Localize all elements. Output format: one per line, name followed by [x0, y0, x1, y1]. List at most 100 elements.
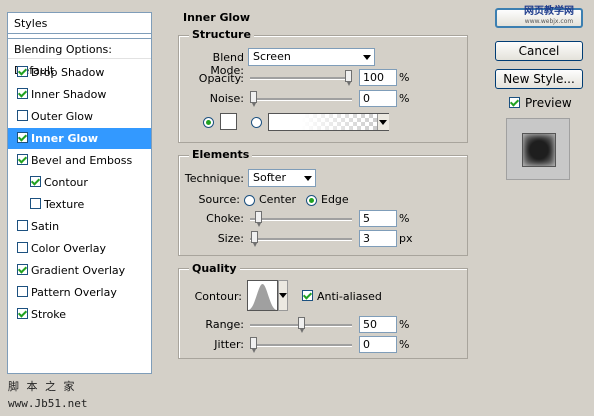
gradient-preview [269, 114, 377, 130]
jitter-slider-thumb[interactable] [250, 337, 257, 353]
style-item-checkbox[interactable] [17, 220, 28, 231]
style-item-label: Drop Shadow [31, 66, 105, 79]
noise-input[interactable]: 0 [359, 90, 397, 107]
style-item-checkbox[interactable] [17, 132, 28, 143]
new-style-button[interactable]: New Style... [495, 69, 583, 89]
style-item-stroke[interactable]: Stroke [8, 304, 151, 325]
style-preview [506, 118, 570, 180]
styles-list-panel: Styles Blending Options: Default Drop Sh… [7, 12, 152, 374]
style-item-checkbox[interactable] [17, 264, 28, 275]
range-slider-thumb[interactable] [297, 317, 305, 333]
range-unit: % [399, 318, 410, 331]
choke-label: Choke: [206, 212, 244, 225]
style-item-checkbox[interactable] [30, 198, 41, 209]
preview-checkbox[interactable] [509, 97, 520, 108]
style-item-texture[interactable]: Texture [8, 194, 151, 215]
chevron-down-icon [279, 293, 287, 298]
style-item-checkbox[interactable] [17, 286, 28, 297]
opacity-slider[interactable] [250, 70, 352, 86]
style-item-label: Inner Shadow [31, 88, 107, 101]
blending-options-item[interactable]: Blending Options: Default [8, 38, 151, 77]
opacity-slider-thumb[interactable] [345, 70, 352, 86]
style-preview-swatch [522, 133, 556, 167]
style-item-checkbox[interactable] [17, 110, 28, 121]
anti-aliased-label[interactable]: Anti-aliased [317, 290, 382, 303]
noise-label: Noise: [209, 92, 244, 105]
chevron-down-icon [363, 55, 371, 60]
preview-label[interactable]: Preview [525, 96, 572, 110]
structure-title: Structure [189, 28, 254, 41]
blend-mode-value: Screen [253, 50, 291, 63]
style-item-inner-glow[interactable]: Inner Glow [8, 128, 151, 149]
jitter-label: Jitter: [214, 338, 244, 351]
style-item-checkbox[interactable] [17, 88, 28, 99]
source-edge-label[interactable]: Edge [321, 193, 349, 206]
size-input[interactable]: 3 [359, 230, 397, 247]
range-slider[interactable] [250, 317, 352, 333]
style-item-contour[interactable]: Contour [8, 172, 151, 193]
style-item-label: Inner Glow [31, 132, 98, 145]
styles-header[interactable]: Styles [8, 13, 151, 34]
jitter-slider[interactable] [250, 337, 352, 353]
contour-curve-icon [248, 284, 277, 310]
style-item-checkbox[interactable] [17, 154, 28, 165]
range-label: Range: [205, 318, 244, 331]
opacity-unit: % [399, 71, 410, 84]
style-item-inner-shadow[interactable]: Inner Shadow [8, 84, 151, 105]
opacity-input[interactable]: 100 [359, 69, 397, 86]
gradient-radio[interactable] [251, 117, 262, 128]
chevron-down-icon [304, 176, 312, 181]
style-item-checkbox[interactable] [17, 242, 28, 253]
solid-color-radio[interactable] [203, 117, 214, 128]
choke-input[interactable]: 5 [359, 210, 397, 227]
style-item-outer-glow[interactable]: Outer Glow [8, 106, 151, 127]
style-item-label: Contour [44, 176, 88, 189]
contour-picker[interactable] [247, 280, 278, 311]
style-item-drop-shadow[interactable]: Drop Shadow [8, 62, 151, 83]
style-item-satin[interactable]: Satin [8, 216, 151, 237]
glow-color-swatch[interactable] [220, 113, 237, 130]
technique-label: Technique: [184, 172, 244, 185]
inner-glow-title: Inner Glow [180, 11, 253, 24]
contour-label: Contour: [194, 290, 242, 303]
style-item-checkbox[interactable] [30, 176, 41, 187]
style-item-label: Texture [44, 198, 85, 211]
size-slider[interactable] [250, 231, 352, 247]
watermark-bottom-url: www.Jb51.net [8, 397, 88, 410]
source-center-radio[interactable] [244, 195, 255, 206]
size-slider-thumb[interactable] [251, 231, 259, 247]
glow-gradient-picker[interactable] [268, 113, 389, 131]
anti-aliased-checkbox[interactable] [302, 290, 313, 301]
size-unit: px [399, 232, 413, 245]
technique-select[interactable]: Softer [248, 169, 316, 187]
style-item-label: Gradient Overlay [31, 264, 126, 277]
cancel-button[interactable]: Cancel [495, 41, 583, 61]
gradient-dropdown-button[interactable] [377, 114, 389, 130]
noise-slider[interactable] [250, 91, 352, 107]
style-item-checkbox[interactable] [17, 66, 28, 77]
source-center-label[interactable]: Center [259, 193, 296, 206]
style-item-pattern-overlay[interactable]: Pattern Overlay [8, 282, 151, 303]
blend-mode-select[interactable]: Screen [248, 48, 375, 66]
style-item-checkbox[interactable] [17, 308, 28, 319]
contour-dropdown-button[interactable] [278, 280, 288, 311]
style-item-label: Bevel and Emboss [31, 154, 133, 167]
source-edge-radio[interactable] [306, 195, 317, 206]
size-label: Size: [217, 232, 244, 245]
choke-slider-thumb[interactable] [254, 211, 262, 227]
noise-slider-thumb[interactable] [250, 91, 257, 107]
technique-value: Softer [253, 171, 286, 184]
range-input[interactable]: 50 [359, 316, 397, 333]
style-item-color-overlay[interactable]: Color Overlay [8, 238, 151, 259]
style-item-label: Pattern Overlay [31, 286, 117, 299]
noise-unit: % [399, 92, 410, 105]
jitter-input[interactable]: 0 [359, 336, 397, 353]
style-item-bevel-and-emboss[interactable]: Bevel and Emboss [8, 150, 151, 171]
choke-slider[interactable] [250, 211, 352, 227]
chevron-down-icon [379, 120, 387, 125]
jitter-unit: % [399, 338, 410, 351]
elements-title: Elements [189, 148, 253, 161]
quality-title: Quality [189, 262, 240, 275]
style-item-gradient-overlay[interactable]: Gradient Overlay [8, 260, 151, 281]
watermark-top: 网页教学网 [524, 6, 574, 17]
